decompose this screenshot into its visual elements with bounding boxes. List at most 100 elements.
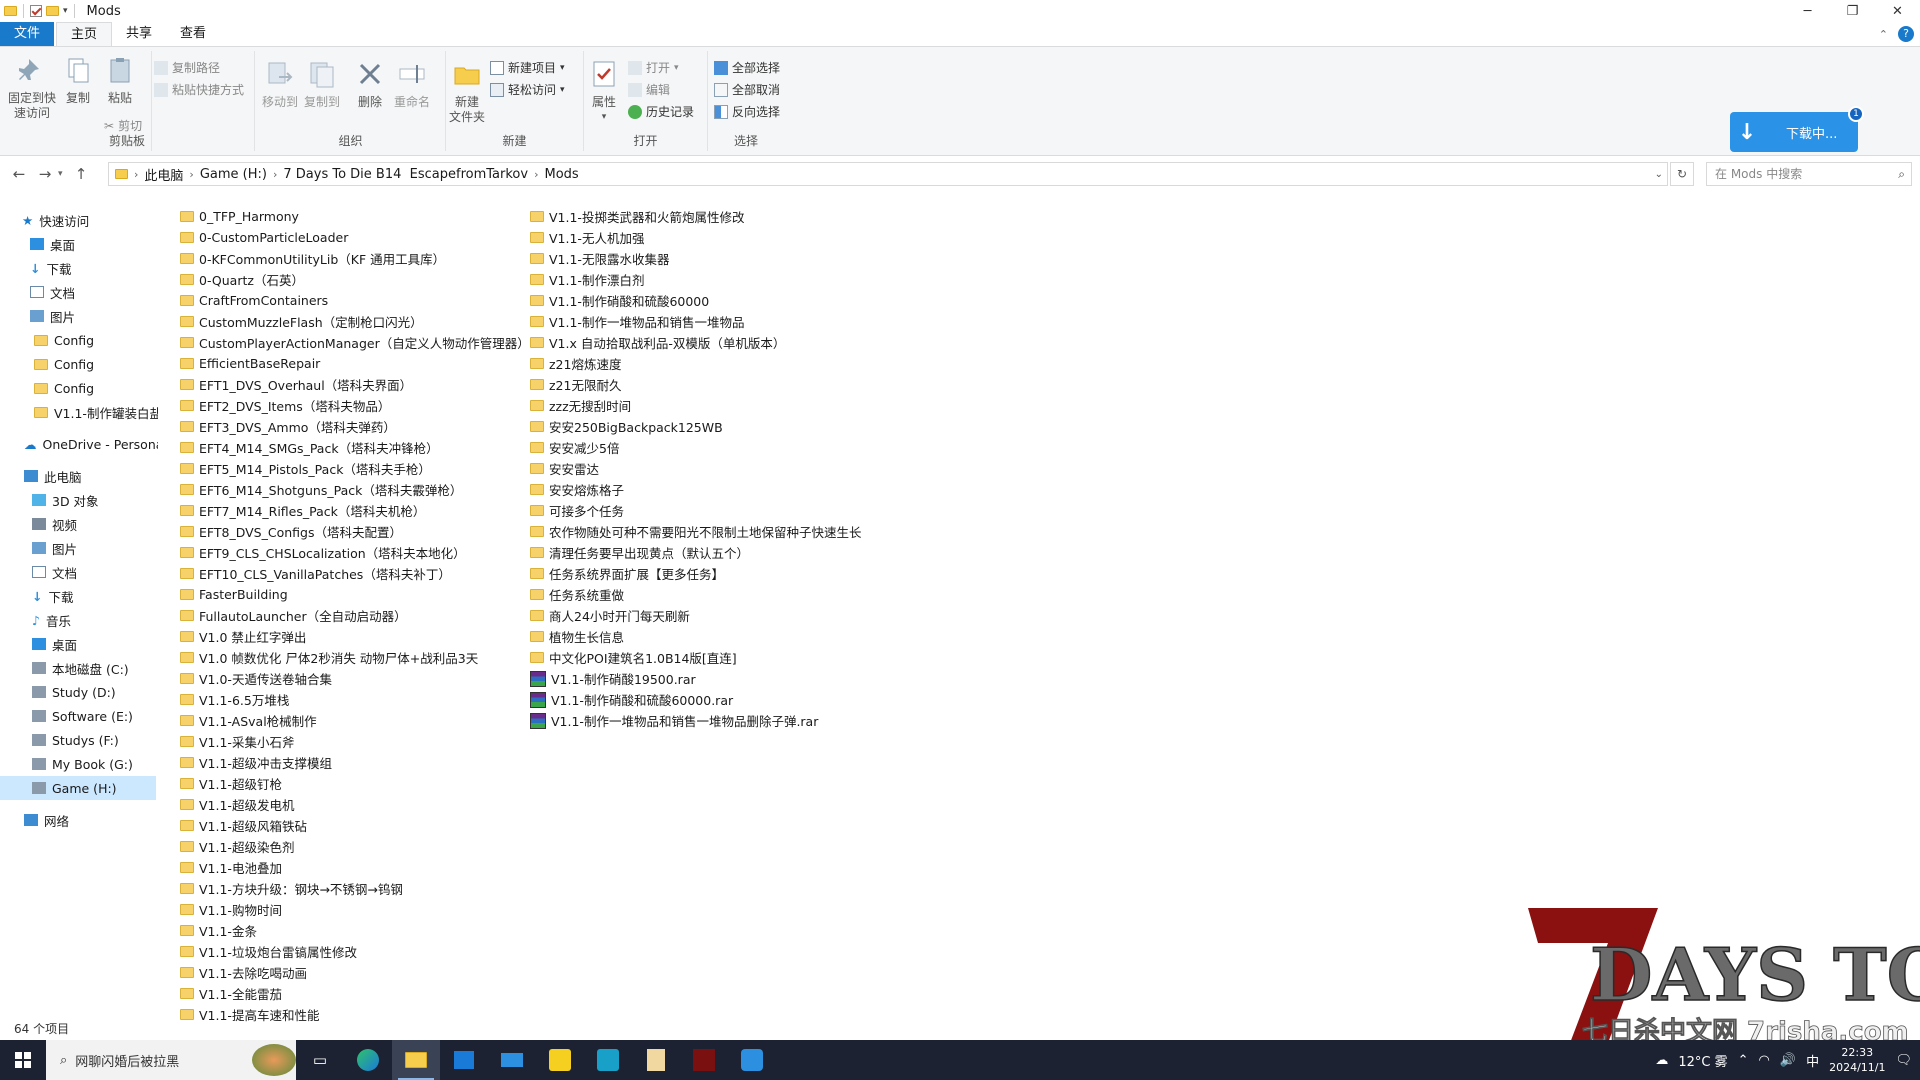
file-item[interactable]: V1.1-投掷类武器和火箭炮属性修改 bbox=[530, 206, 744, 227]
tab-home[interactable]: 主页 bbox=[56, 22, 113, 46]
back-arrow-icon[interactable]: ← bbox=[6, 165, 32, 183]
file-item[interactable]: 中文化POI建筑名1.0B14版[直连] bbox=[530, 647, 737, 668]
clock[interactable]: 22:33 2024/11/1 bbox=[1829, 1045, 1885, 1075]
file-item[interactable]: V1.1-提高车速和性能 bbox=[180, 1004, 319, 1025]
delete-button[interactable]: 删除 bbox=[352, 59, 388, 110]
history-button[interactable]: 历史记录 bbox=[628, 103, 694, 120]
new-item-button[interactable]: 新建项目 ▾ bbox=[490, 59, 565, 76]
tab-share[interactable]: 共享 bbox=[112, 22, 166, 46]
file-item[interactable]: zzz无搜刮时间 bbox=[530, 395, 631, 416]
notes-app-icon[interactable] bbox=[632, 1040, 680, 1080]
file-item[interactable]: FasterBuilding bbox=[180, 584, 288, 605]
properties-button[interactable]: 属性 ▾ bbox=[588, 59, 620, 125]
help-icon[interactable]: ? bbox=[1898, 26, 1914, 42]
edge-browser-icon[interactable] bbox=[344, 1040, 392, 1080]
file-item[interactable]: V1.1-无限露水收集器 bbox=[530, 248, 669, 269]
file-item[interactable]: FullautoLauncher（全自动启动器） bbox=[180, 605, 407, 626]
file-item[interactable]: 0-Quartz（石英） bbox=[180, 269, 304, 290]
file-item[interactable]: V1.1-去除吃喝动画 bbox=[180, 962, 307, 983]
rename-button[interactable]: 重命名 bbox=[392, 59, 432, 110]
properties-quick-icon[interactable] bbox=[30, 5, 42, 17]
file-item[interactable]: z21无限耐久 bbox=[530, 374, 621, 395]
file-item[interactable]: V1.1-购物时间 bbox=[180, 899, 282, 920]
recent-locations-icon[interactable]: ▾ bbox=[58, 169, 68, 179]
task-view-icon[interactable]: ▭ bbox=[296, 1040, 344, 1080]
file-item[interactable]: V1.1-超级风箱铁砧 bbox=[180, 815, 307, 836]
search-input[interactable]: 在 Mods 中搜索 ⌕ bbox=[1706, 162, 1912, 186]
file-item[interactable]: 商人24小时开门每天刷新 bbox=[530, 605, 690, 626]
file-item[interactable]: V1.0-天遁传送卷轴合集 bbox=[180, 668, 332, 689]
paste-button[interactable]: 粘贴 bbox=[104, 55, 136, 106]
copy-to-button[interactable]: 复制到 bbox=[302, 59, 342, 110]
select-all-button[interactable]: 全部选择 bbox=[714, 59, 780, 76]
file-item[interactable]: EFT9_CLS_CHSLocalization（塔科夫本地化） bbox=[180, 542, 466, 563]
up-arrow-icon[interactable]: ↑ bbox=[68, 165, 94, 183]
copy-path-button[interactable]: 复制路径 bbox=[154, 59, 220, 76]
tray-expand-icon[interactable]: ⌃ bbox=[1738, 1053, 1749, 1068]
crumb-mods[interactable]: Mods bbox=[544, 167, 578, 182]
file-item[interactable]: z21熔炼速度 bbox=[530, 353, 621, 374]
crumb-this-pc[interactable]: 此电脑 bbox=[144, 165, 183, 184]
copy-button[interactable]: 复制 bbox=[62, 55, 94, 106]
file-item[interactable]: 0_TFP_Harmony bbox=[180, 206, 299, 227]
file-item[interactable]: EFT5_M14_Pistols_Pack（塔科夫手枪） bbox=[180, 458, 431, 479]
weather-text[interactable]: 12°C 雾 bbox=[1678, 1051, 1727, 1070]
file-item[interactable]: V1.1-制作硝酸19500.rar bbox=[530, 668, 696, 689]
file-item[interactable]: CustomMuzzleFlash（定制枪口闪光） bbox=[180, 311, 423, 332]
forward-arrow-icon[interactable]: → bbox=[32, 165, 58, 183]
file-item[interactable]: V1.1-金条 bbox=[180, 920, 257, 941]
file-item[interactable]: V1.1-无人机加强 bbox=[530, 227, 644, 248]
close-button[interactable]: ✕ bbox=[1875, 0, 1920, 22]
new-folder-button[interactable]: 新建 文件夹 bbox=[446, 59, 488, 125]
breadcrumb[interactable]: › 此电脑 › Game (H:) › 7 Days To Die B14 Es… bbox=[108, 162, 1668, 186]
file-item[interactable]: EFT6_M14_Shotguns_Pack（塔科夫霰弹枪） bbox=[180, 479, 462, 500]
file-item[interactable]: V1.1-全能雷茄 bbox=[180, 983, 282, 1004]
taskbar-search-box[interactable]: ⌕ 网聊闪婚后被拉黑 bbox=[46, 1040, 296, 1080]
address-dropdown-icon[interactable]: ⌄ bbox=[1655, 169, 1663, 180]
file-item[interactable]: V1.1-采集小石斧 bbox=[180, 731, 294, 752]
file-item[interactable]: V1.1-制作漂白剂 bbox=[530, 269, 644, 290]
crumb-7dtd[interactable]: 7 Days To Die B14 EscapefromTarkov bbox=[283, 167, 528, 182]
tab-file[interactable]: 文件 bbox=[0, 22, 55, 46]
file-item[interactable]: EFT2_DVS_Items（塔科夫物品） bbox=[180, 395, 390, 416]
refresh-icon[interactable]: ↻ bbox=[1670, 162, 1694, 186]
new-folder-quick-icon[interactable] bbox=[46, 6, 59, 16]
file-item[interactable]: V1.1-ASval枪械制作 bbox=[180, 710, 317, 731]
file-item[interactable]: 0-CustomParticleLoader bbox=[180, 227, 348, 248]
paste-shortcut-button[interactable]: 粘贴快捷方式 bbox=[154, 81, 244, 98]
file-item[interactable]: 安安减少5倍 bbox=[530, 437, 619, 458]
file-item[interactable]: 植物生长信息 bbox=[530, 626, 624, 647]
file-item[interactable]: CustomPlayerActionManager（自定义人物动作管理器） bbox=[180, 332, 530, 353]
file-item[interactable]: 0-KFCommonUtilityLib（KF 通用工具库） bbox=[180, 248, 445, 269]
download-button[interactable]: ↓ 下载中... 1 bbox=[1730, 106, 1864, 152]
mail-icon[interactable] bbox=[488, 1040, 536, 1080]
move-to-button[interactable]: 移动到 bbox=[260, 59, 300, 110]
messenger-icon[interactable] bbox=[728, 1040, 776, 1080]
file-item[interactable]: 农作物随处可种不需要阳光不限制土地保留种子快速生长 bbox=[530, 521, 862, 542]
file-item[interactable]: EfficientBaseRepair bbox=[180, 353, 320, 374]
file-item[interactable]: V1.1-超级发电机 bbox=[180, 794, 294, 815]
file-item[interactable]: EFT4_M14_SMGs_Pack（塔科夫冲锋枪） bbox=[180, 437, 439, 458]
open-button[interactable]: 打开 ▾ bbox=[628, 59, 679, 76]
file-item[interactable]: V1.1-方块升级：钢块→不锈钢→钨钢 bbox=[180, 878, 403, 899]
file-item[interactable]: 清理任务要早出现黄点（默认五个） bbox=[530, 542, 749, 563]
crumb-game-drive[interactable]: Game (H:) bbox=[200, 167, 267, 182]
volume-icon[interactable]: 🔊 bbox=[1780, 1053, 1796, 1068]
player-app-icon[interactable] bbox=[536, 1040, 584, 1080]
maximize-button[interactable]: ❐ bbox=[1830, 0, 1875, 22]
easy-access-button[interactable]: 轻松访问 ▾ bbox=[490, 81, 565, 98]
file-item[interactable]: V1.1-制作一堆物品和销售一堆物品删除子弹.rar bbox=[530, 710, 818, 731]
file-item[interactable]: EFT10_CLS_VanillaPatches（塔科夫补丁） bbox=[180, 563, 451, 584]
file-item[interactable]: 安安雷达 bbox=[530, 458, 599, 479]
invert-selection-button[interactable]: 反向选择 bbox=[714, 103, 780, 120]
file-item[interactable]: V1.x 自动拾取战利品-双模版（单机版本） bbox=[530, 332, 785, 353]
game-7dtd-icon[interactable] bbox=[680, 1040, 728, 1080]
file-item[interactable]: 安安熔炼格子 bbox=[530, 479, 624, 500]
file-item[interactable]: 可接多个任务 bbox=[530, 500, 624, 521]
weather-icon[interactable]: ☁ bbox=[1655, 1053, 1668, 1068]
notification-icon[interactable]: 🗨 bbox=[1895, 1053, 1912, 1068]
file-item[interactable]: V1.1-制作硝酸和硫酸60000.rar bbox=[530, 689, 733, 710]
file-item[interactable]: CraftFromContainers bbox=[180, 290, 328, 311]
collapse-ribbon-icon[interactable]: ⌃ bbox=[1879, 28, 1888, 41]
select-none-button[interactable]: 全部取消 bbox=[714, 81, 780, 98]
